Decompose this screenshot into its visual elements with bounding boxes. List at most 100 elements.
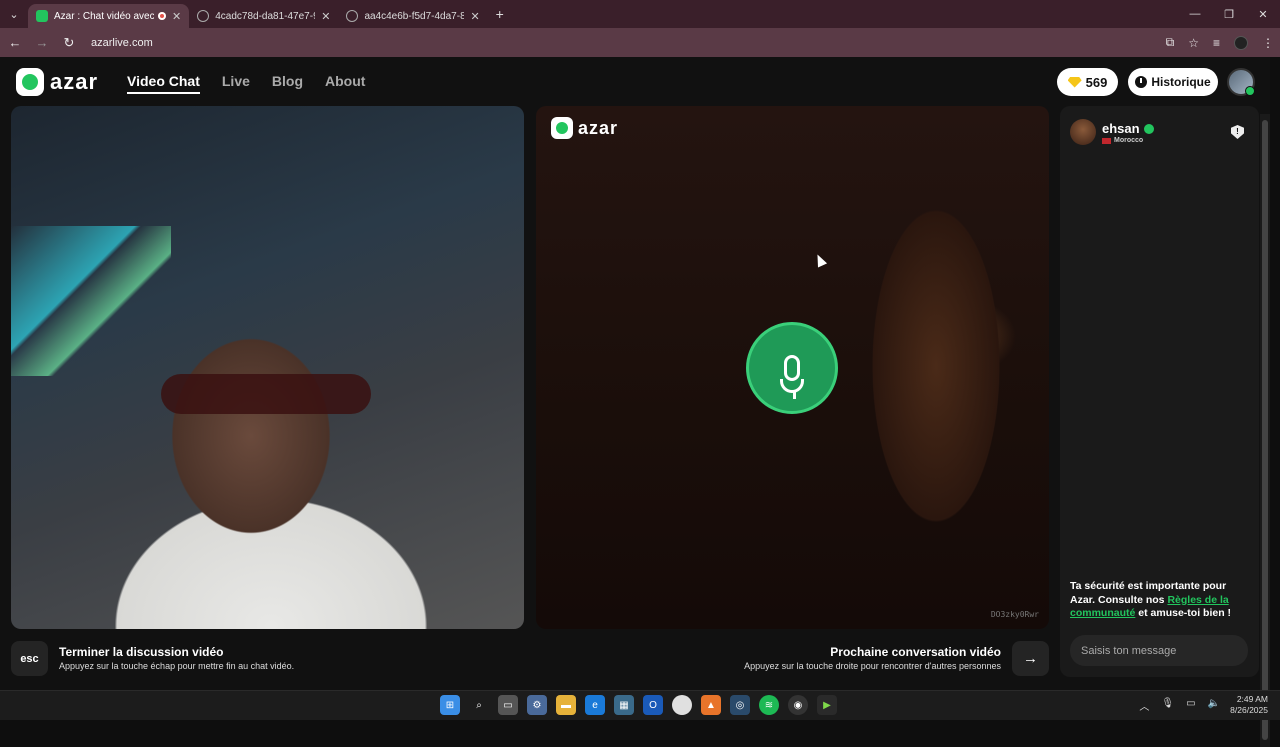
peer-country-row: Morocco: [1102, 137, 1143, 144]
media-control-icon[interactable]: ≡: [1213, 36, 1220, 50]
gems-button[interactable]: 569: [1057, 68, 1118, 96]
menu-icon[interactable]: ⋮: [1262, 36, 1274, 50]
azar-favicon-icon: [36, 10, 48, 22]
install-app-icon[interactable]: ⧉: [1166, 35, 1175, 50]
azar-logo[interactable]: azar: [16, 68, 98, 96]
start-icon[interactable]: ⊞: [440, 695, 460, 715]
peer-avatar[interactable]: [1070, 119, 1096, 145]
gem-icon: [1067, 76, 1082, 88]
end-chat-button[interactable]: esc: [11, 641, 48, 676]
microphone-icon: [784, 355, 800, 381]
gem-count: 569: [1085, 74, 1108, 90]
neon-light-decoration: [11, 226, 171, 376]
url-text: azarlive.com: [91, 36, 153, 49]
history-button[interactable]: Historique: [1128, 68, 1218, 96]
close-window-icon[interactable]: ✕: [1246, 0, 1280, 28]
system-tray: ︿ 🎙 ▭ 🔈: [1139, 698, 1220, 713]
taskbar-clock[interactable]: 2:49 AM 8/26/2025: [1230, 694, 1268, 716]
remote-video-logo: azar: [551, 117, 618, 139]
nav-about[interactable]: About: [325, 73, 365, 94]
tab-search-icon[interactable]: ⌄: [0, 0, 28, 28]
report-shield-icon[interactable]: !: [1231, 125, 1244, 139]
next-chat-title: Prochaine conversation vidéo: [830, 645, 1001, 659]
remote-brand: azar: [578, 117, 619, 138]
end-chat-hint: Appuyez sur la touche échap pour mettre …: [59, 661, 295, 671]
globe-icon: [346, 10, 359, 22]
window-controls: — ❐ ✕: [1178, 0, 1280, 28]
next-chat-button[interactable]: →: [1012, 641, 1049, 676]
clock-time: 2:49 AM: [1236, 694, 1268, 704]
volume-icon[interactable]: 🔈: [1208, 698, 1220, 713]
spotify-icon[interactable]: ≋: [759, 695, 779, 715]
verified-icon: [1143, 123, 1154, 134]
message-input[interactable]: Saisis ton message: [1070, 635, 1248, 666]
app-icon[interactable]: ▲: [701, 695, 721, 715]
azar-logo-icon: [551, 117, 573, 139]
bookmark-star-icon[interactable]: ☆: [1188, 36, 1199, 50]
main-nav: Video Chat Live Blog About: [127, 73, 365, 94]
recording-icon: [158, 12, 166, 20]
tray-chevron-icon[interactable]: ︿: [1139, 698, 1149, 713]
nav-live[interactable]: Live: [222, 73, 250, 94]
azar-logo-icon: [16, 68, 44, 96]
stream-app-icon[interactable]: ▶: [817, 695, 837, 715]
morocco-flag-icon: [1102, 137, 1111, 144]
tab-2[interactable]: 4cadc78d-da81-47e7-91f2-7e3 ✕: [189, 4, 338, 28]
online-status-icon: [1245, 86, 1255, 96]
browser-tab-strip: ⌄ Azar : Chat vidéo avec de n ✕ 4cadc78d…: [0, 0, 1280, 28]
chrome-icon[interactable]: [672, 695, 692, 715]
restore-icon[interactable]: ❐: [1212, 0, 1246, 28]
peer-country: Morocco: [1114, 137, 1144, 144]
address-bar: ← → ↻ ◐ azarlive.com ⧉ ☆ ≡ ⋮: [0, 28, 1280, 101]
obs-icon[interactable]: ◉: [788, 695, 808, 715]
brand-name: azar: [50, 69, 99, 94]
tab-azar[interactable]: Azar : Chat vidéo avec de n ✕: [28, 4, 190, 28]
history-label: Historique: [1151, 75, 1211, 89]
clock-date: 8/26/2025: [1230, 705, 1268, 715]
close-tab-icon[interactable]: ✕: [470, 10, 479, 23]
nav-video-chat[interactable]: Video Chat: [127, 73, 200, 94]
search-icon[interactable]: ⌕: [469, 695, 489, 715]
close-tab-icon[interactable]: ✕: [172, 10, 181, 23]
globe-icon: [197, 10, 210, 22]
outlook-icon[interactable]: O: [643, 695, 663, 715]
peer-name: ehsan: [1102, 121, 1140, 136]
forward-icon[interactable]: →: [30, 35, 54, 50]
network-icon[interactable]: ▭: [1186, 698, 1195, 713]
taskbar-apps: ⊞ ⌕ ▭ ⚙ ▬ e ▦ O ▲ ◎ ≋ ◉ ▶: [440, 695, 837, 715]
profile-icon[interactable]: [1234, 35, 1248, 50]
store-icon[interactable]: ▦: [614, 695, 634, 715]
azar-page: azar Video Chat Live Blog About 569 Hist…: [0, 57, 1270, 747]
video-code: DO3zky0Rwr: [990, 610, 1039, 619]
close-tab-icon[interactable]: ✕: [321, 10, 330, 23]
page-scrollbar[interactable]: [1260, 114, 1270, 747]
remote-video: azar DO3zky0Rwr: [536, 106, 1049, 629]
nav-blog[interactable]: Blog: [272, 73, 303, 94]
file-explorer-icon[interactable]: ▬: [556, 695, 576, 715]
url-field[interactable]: ◐ azarlive.com: [0, 33, 153, 101]
tab-title: 4cadc78d-da81-47e7-91f2-7e3: [215, 10, 316, 22]
local-video: [11, 106, 524, 629]
safety-notice: Ta sécurité est importante pour Azar. Co…: [1070, 580, 1252, 621]
task-view-icon[interactable]: ▭: [498, 695, 518, 715]
microphone-stand-shape: [780, 379, 804, 393]
user-avatar[interactable]: [1227, 68, 1255, 96]
end-chat-title: Terminer la discussion vidéo: [59, 645, 224, 659]
message-placeholder: Saisis ton message: [1081, 644, 1177, 657]
microphone-foot-shape: [793, 391, 796, 399]
next-chat-hint: Appuyez sur la touche droite pour rencon…: [744, 661, 1001, 671]
back-icon[interactable]: ←: [3, 35, 27, 50]
minimize-icon[interactable]: —: [1178, 0, 1212, 28]
steam-icon[interactable]: ◎: [730, 695, 750, 715]
tray-mic-icon[interactable]: 🎙: [1161, 698, 1174, 713]
settings-icon[interactable]: ⚙: [527, 695, 547, 715]
microphone-button[interactable]: [746, 322, 838, 414]
tab-title: Azar : Chat vidéo avec de n: [54, 10, 154, 22]
reload-icon[interactable]: ↻: [57, 35, 81, 51]
tab-3[interactable]: aa4c4e6b-f5d7-4da7-8fc3-ab7 ✕: [338, 4, 487, 28]
sunglasses-shape: [161, 374, 371, 414]
chat-side-panel: ehsan Morocco ! Ta sécurité est importan…: [1060, 106, 1259, 677]
clock-icon: [1135, 76, 1148, 88]
edge-icon[interactable]: e: [585, 695, 605, 715]
new-tab-button[interactable]: +: [496, 6, 504, 22]
